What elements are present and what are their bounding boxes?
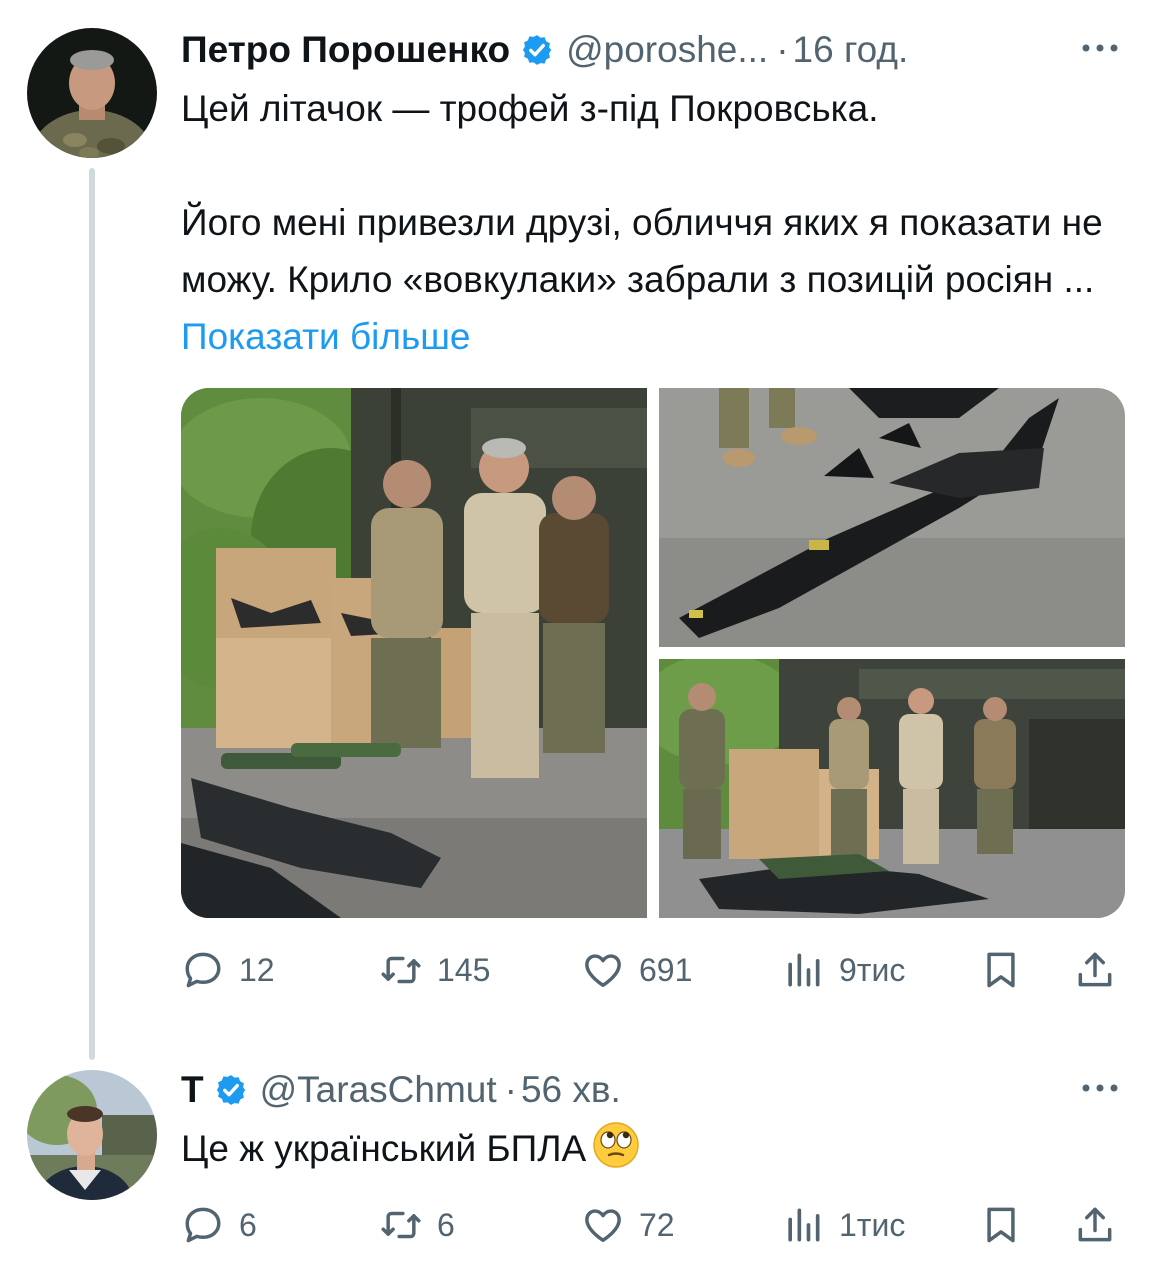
media-photo-drone-closeup[interactable] [659,388,1125,647]
view-count: 9тис [839,951,906,988]
like-count: 691 [639,951,693,988]
retweet-icon [379,948,423,992]
face-with-rolling-eyes-icon [592,1121,640,1169]
analytics-icon [781,948,825,992]
bookmark-icon [979,948,1023,992]
share-button[interactable] [1073,1200,1117,1250]
reply-text: Це ж український БПЛА [181,1128,587,1169]
retweet-button[interactable]: 145 [379,945,490,995]
share-icon [1073,948,1117,992]
reply-author-handle[interactable]: @TarasChmut [260,1068,497,1112]
media-photo-group-by-truck[interactable] [659,659,1125,918]
reply-author-avatar[interactable] [27,1070,157,1200]
reply-count: 12 [239,951,275,988]
retweet-button[interactable]: 6 [379,1200,455,1250]
retweet-count: 145 [437,951,491,988]
author-avatar[interactable] [27,28,157,158]
tweet-text-paragraph: Його мені привезли друзі, обличчя яких я… [181,194,1121,365]
reply-icon [181,948,225,992]
retweet-icon [379,1203,423,1247]
reply-avatar-photo [27,1070,157,1200]
bookmark-button[interactable] [979,945,1023,995]
more-options-icon[interactable] [1080,42,1120,54]
tweet-action-bar: 12 145 691 9тис [181,945,1121,995]
like-button[interactable]: 72 [581,1200,675,1250]
share-button[interactable] [1073,945,1117,995]
tweet-timestamp[interactable]: 16 год. [793,28,909,72]
reply-icon [181,1203,225,1247]
thread-connector-line [89,168,95,1060]
tweet-body: Цей літачок — трофей з-під Покровська. Й… [181,80,1121,365]
media-photo-group-inspection[interactable] [181,388,647,918]
reply-body: Це ж український БПЛА [181,1120,1121,1177]
verified-badge-icon [214,1073,248,1107]
reply-action-bar: 6 6 72 1тис [181,1200,1121,1250]
reply-header: T @TarasChmut · 56 хв. [181,1068,621,1112]
like-count: 72 [639,1206,675,1243]
views-button[interactable]: 9тис [781,945,905,995]
reply-button[interactable]: 6 [181,1200,257,1250]
view-count: 1тис [839,1206,906,1243]
tweet-header: Петро Порошенко @poroshe... · 16 год. [181,28,908,72]
reply-text-line: Це ж український БПЛА [181,1120,1121,1177]
bookmark-icon [979,1203,1023,1247]
retweet-count: 6 [437,1206,455,1243]
author-handle[interactable]: @poroshe... [566,28,768,72]
tweet-text-paragraph-body: Його мені привезли друзі, обличчя яких я… [181,202,1103,300]
heart-icon [581,1203,625,1247]
tweet-text-line: Цей літачок — трофей з-під Покровська. [181,88,879,129]
avatar-photo [27,28,157,158]
show-more-link[interactable]: Показати більше [181,316,471,357]
reply-button[interactable]: 12 [181,945,275,995]
bookmark-button[interactable] [979,1200,1023,1250]
share-icon [1073,1203,1117,1247]
verified-badge-icon [520,33,554,67]
reply-author-name[interactable]: T [181,1068,204,1112]
header-separator: · [504,1069,517,1110]
header-separator: · [776,29,789,70]
reply-count: 6 [239,1206,257,1243]
heart-icon [581,948,625,992]
analytics-icon [781,1203,825,1247]
like-button[interactable]: 691 [581,945,692,995]
reply-timestamp[interactable]: 56 хв. [521,1068,621,1112]
more-options-icon[interactable] [1080,1082,1120,1094]
author-name[interactable]: Петро Порошенко [181,28,510,72]
views-button[interactable]: 1тис [781,1200,905,1250]
tweet-media-grid [181,388,1125,918]
